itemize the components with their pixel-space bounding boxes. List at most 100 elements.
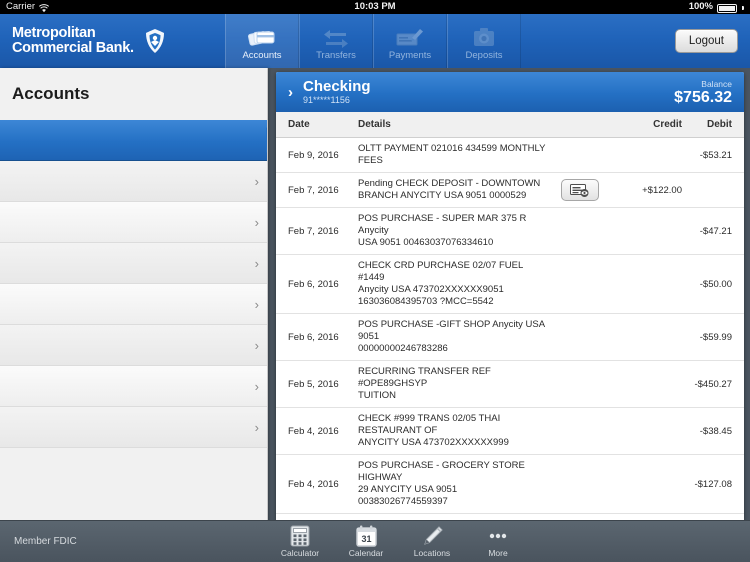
transaction-details-line: RECURRING TRANSFER REF #OPE89GHSYP bbox=[358, 366, 491, 389]
tab-transfers-label: Transfers bbox=[316, 49, 356, 61]
column-header-details: Details bbox=[358, 119, 391, 130]
status-time: 10:03 PM bbox=[354, 1, 396, 12]
transaction-row[interactable]: Feb 7, 2016 Pending CHECK DEPOSIT - DOWNT… bbox=[276, 173, 744, 208]
tab-accounts[interactable]: Accounts bbox=[225, 14, 299, 68]
app-navbar: Metropolitan Commercial Bank. Accounts T… bbox=[0, 14, 750, 68]
logout-button[interactable]: Logout bbox=[674, 29, 738, 53]
account-info bbox=[12, 181, 245, 182]
transaction-row[interactable]: Feb 6, 2016 CHECK CRD PURCHASE 02/07 FUEL… bbox=[276, 255, 744, 314]
transaction-details-line: Anycity USA 473702XXXXXX9051 bbox=[358, 284, 504, 295]
account-info bbox=[12, 386, 245, 387]
transactions-balance-group: Balance $756.32 bbox=[674, 79, 732, 106]
transaction-debit: -$450.27 bbox=[694, 378, 732, 390]
transactions-header[interactable]: › Checking 91*****1156 Balance $756.32 bbox=[276, 72, 744, 112]
transaction-row[interactable]: Feb 4, 2016 POS PURCHASE - GROCERY STORE … bbox=[276, 455, 744, 514]
transaction-row[interactable]: Feb 5, 2016 RECURRING TRANSFER REF #OPE89… bbox=[276, 361, 744, 408]
transactions-account-name: Checking bbox=[303, 77, 371, 95]
account-row[interactable]: › bbox=[0, 407, 267, 448]
transaction-row[interactable]: Feb 7, 2016 POS PURCHASE - SUPER MAR 375 … bbox=[276, 208, 744, 255]
tab-payments-label: Payments bbox=[388, 49, 432, 61]
account-row[interactable]: › bbox=[0, 243, 267, 284]
navbar-spacer bbox=[521, 14, 675, 68]
transaction-details-line: Pending CHECK DEPOSIT - DOWNTOWN bbox=[358, 178, 541, 189]
column-header-date: Date bbox=[288, 119, 310, 130]
toolbar-item-label: Calculator bbox=[280, 548, 320, 558]
tab-deposits[interactable]: Deposits bbox=[447, 14, 521, 68]
account-row[interactable]: › bbox=[0, 161, 267, 202]
account-row[interactable]: › bbox=[0, 284, 267, 325]
toolbar-item-label: Calendar bbox=[348, 548, 384, 558]
status-battery-group: 100% bbox=[689, 0, 744, 14]
toolbar-items: Calculator 31 Calendar Locations More bbox=[272, 525, 526, 558]
transaction-debit: -$53.21 bbox=[699, 149, 732, 161]
account-row[interactable]: › bbox=[0, 202, 267, 243]
tab-accounts-label: Accounts bbox=[242, 49, 282, 61]
transaction-details-line: POS PURCHASE - GROCERY STORE HIGHWAY bbox=[358, 460, 525, 483]
chevron-right-icon[interactable]: › bbox=[247, 297, 259, 312]
brand-text: Metropolitan Commercial Bank. bbox=[12, 26, 134, 56]
chevron-right-icon[interactable]: › bbox=[247, 338, 259, 353]
transaction-details: CHECK CRD PURCHASE 02/07 FUEL #1449 Anyci… bbox=[358, 260, 554, 308]
nav-tabs: Accounts Transfers Payments Deposits bbox=[225, 14, 521, 68]
accounts-panel-title: Accounts bbox=[0, 68, 267, 120]
chevron-right-icon[interactable]: › bbox=[247, 256, 259, 271]
tab-transfers[interactable]: Transfers bbox=[299, 14, 373, 68]
transaction-details: CHECK #999 TRANS 02/05 THAI RESTAURANT O… bbox=[358, 413, 554, 449]
transaction-details-line: BRANCH ANYCITY USA 9051 0000529 bbox=[358, 190, 527, 201]
column-header-debit: Debit bbox=[707, 119, 732, 130]
cards-icon bbox=[247, 22, 277, 48]
transaction-row[interactable]: Feb 4, 2016 CHECK #999 TRANS 02/05 THAI R… bbox=[276, 408, 744, 455]
transactions-list[interactable]: Feb 9, 2016 OLTT PAYMENT 021016 434599 MO… bbox=[276, 138, 744, 522]
arrows-icon bbox=[322, 22, 350, 48]
brand-logo: Metropolitan Commercial Bank. bbox=[0, 14, 225, 68]
battery-icon bbox=[717, 3, 737, 13]
app-body: Accounts › › › › › › › › Checking 91*****1156 … bbox=[0, 68, 750, 522]
transaction-details-line: 29 ANYCITY USA 9051 00383026774559397 bbox=[358, 484, 458, 507]
pin-pen-icon bbox=[421, 525, 443, 547]
toolbar-item-calendar[interactable]: 31 Calendar bbox=[338, 525, 394, 558]
balance-value: $756.32 bbox=[674, 88, 732, 106]
account-row[interactable]: › bbox=[0, 325, 267, 366]
transaction-details-line: CHECK #999 TRANS 02/05 THAI RESTAURANT O… bbox=[358, 413, 501, 436]
transaction-debit: -$59.99 bbox=[699, 331, 732, 343]
transaction-details: OLTT PAYMENT 021016 434599 MONTHLY FEES bbox=[358, 143, 554, 167]
chevron-right-icon[interactable]: › bbox=[247, 174, 259, 189]
chevron-right-icon[interactable]: › bbox=[247, 420, 259, 435]
accounts-list[interactable]: › › › › › › › bbox=[0, 120, 267, 448]
transaction-details-line: POS PURCHASE -GIFT SHOP Anycity USA 9051 bbox=[358, 319, 545, 342]
accounts-panel: Accounts › › › › › › › bbox=[0, 68, 268, 522]
transaction-details-line: OLTT PAYMENT 021016 434599 MONTHLY FEES bbox=[358, 143, 546, 166]
toolbar-item-locations[interactable]: Locations bbox=[404, 525, 460, 558]
battery-percent-label: 100% bbox=[688, 1, 713, 12]
transaction-details: RECURRING TRANSFER REF #OPE89GHSYP TUITIO… bbox=[358, 366, 554, 402]
toolbar-item-label: More bbox=[488, 548, 508, 558]
account-info bbox=[12, 222, 245, 223]
account-row[interactable]: › bbox=[0, 366, 267, 407]
tab-payments[interactable]: Payments bbox=[373, 14, 447, 68]
view-check-image-button[interactable] bbox=[561, 179, 599, 201]
toolbar-item-more[interactable]: More bbox=[470, 525, 526, 558]
transaction-details: Pending CHECK DEPOSIT - DOWNTOWN BRANCH A… bbox=[358, 178, 554, 202]
transactions-panel: › Checking 91*****1156 Balance $756.32 D… bbox=[276, 72, 744, 522]
transactions-account-info: Checking 91*****1156 bbox=[303, 77, 371, 106]
account-info bbox=[12, 427, 245, 428]
account-row[interactable] bbox=[0, 120, 267, 161]
calendar-icon: 31 bbox=[355, 525, 377, 547]
transaction-row[interactable]: Feb 6, 2016 POS PURCHASE -GIFT SHOP Anyci… bbox=[276, 314, 744, 361]
chevron-right-icon[interactable]: › bbox=[247, 379, 259, 394]
chevron-right-icon[interactable]: › bbox=[247, 215, 259, 230]
chevron-right-icon[interactable]: › bbox=[288, 84, 293, 101]
toolbar-item-calculator[interactable]: Calculator bbox=[272, 525, 328, 558]
transaction-debit: -$50.00 bbox=[699, 278, 732, 290]
calculator-icon bbox=[290, 525, 310, 547]
transaction-debit: -$38.45 bbox=[699, 425, 732, 437]
selected-pointer-icon bbox=[266, 127, 267, 153]
account-info bbox=[12, 345, 245, 346]
transactions-column-headers: Date Details Credit Debit bbox=[276, 112, 744, 138]
transaction-date: Feb 5, 2016 bbox=[288, 378, 339, 390]
transaction-credit: +$122.00 bbox=[642, 184, 682, 196]
balance-label: Balance bbox=[701, 78, 732, 89]
tab-deposits-label: Deposits bbox=[465, 49, 503, 61]
transaction-details-line: 00000000246783286 bbox=[358, 343, 448, 354]
transaction-row[interactable]: Feb 9, 2016 OLTT PAYMENT 021016 434599 MO… bbox=[276, 138, 744, 173]
